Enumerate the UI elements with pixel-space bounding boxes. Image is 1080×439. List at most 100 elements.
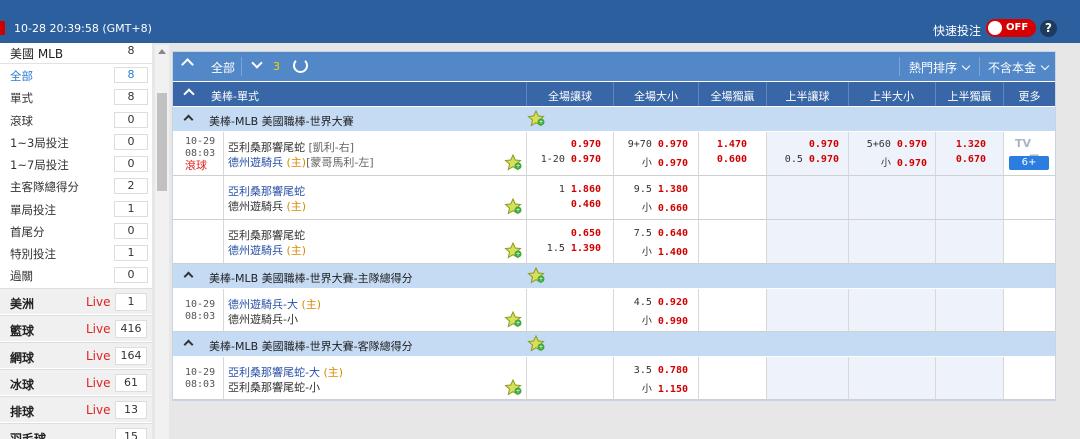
scroll-up-icon[interactable] (158, 49, 166, 54)
sport-label: 籃球 (10, 324, 35, 338)
odds-cell[interactable]: 1.470 (703, 139, 747, 150)
sidebar-league-header[interactable]: 美國 MLB 8 (0, 43, 152, 63)
league-header[interactable]: 美棒-MLB 美國職棒-世界大賽-主隊總得分 + (173, 264, 1055, 288)
odds-cell[interactable]: 9+70 0.970 (621, 139, 688, 150)
odds-cell[interactable]: 小 0.990 (621, 312, 688, 327)
team-name: 德州遊騎兵 (228, 156, 283, 169)
odds-cell[interactable]: 7.5 0.640 (621, 228, 688, 239)
sidebar-scrollbar[interactable] (155, 45, 169, 439)
divider (526, 289, 527, 331)
league-name: 美棒-MLB 美國職棒-世界大賽 (209, 115, 354, 128)
odds-cell[interactable]: 小 1.400 (621, 243, 688, 258)
odds-cell[interactable]: 1.5 1.390 (539, 243, 601, 254)
divider (848, 357, 849, 399)
sidebar-item-first-last[interactable]: 首尾分 0 (0, 220, 152, 242)
odds-cell[interactable]: 0.5 0.970 (773, 154, 839, 165)
svg-text:+: + (515, 163, 520, 170)
quick-bet-toggle[interactable]: OFF (986, 19, 1036, 37)
favorite-star-icon[interactable]: + (504, 241, 522, 259)
collapse-icon[interactable] (183, 339, 194, 350)
divider (848, 132, 849, 175)
odds-cell[interactable]: 小 1.150 (621, 380, 688, 395)
sidebar-item-single-inning[interactable]: 單局投注 1 (0, 198, 152, 220)
toggle-state: OFF (1006, 22, 1029, 33)
refresh-icon[interactable] (293, 58, 308, 73)
favorite-star-icon[interactable]: + (527, 266, 545, 284)
odds-cell[interactable]: 小 0.660 (621, 199, 688, 214)
odds-cell[interactable]: 0.970 (539, 139, 601, 150)
odds-cell[interactable]: 9.5 1.380 (621, 184, 688, 195)
sidebar-item-all[interactable]: 全部 8 (0, 64, 152, 86)
filter-all[interactable]: 全部 (211, 59, 235, 76)
odds-cell[interactable]: 1.320 (940, 139, 986, 150)
total-line: 7.5 (633, 228, 652, 239)
svg-text:+: + (515, 251, 520, 258)
sidebar-item-single[interactable]: 單式 8 (0, 86, 152, 108)
sidebar-item-count: 1 (114, 245, 148, 261)
divider (1003, 176, 1004, 219)
odds-cell[interactable]: 0.650 (539, 228, 601, 239)
sidebar-item-parlay[interactable]: 過關 0 (0, 264, 152, 286)
sidebar-item-inplay[interactable]: 滾球 0 (0, 109, 152, 131)
divider (766, 132, 767, 175)
odds-cell[interactable]: 1 1.860 (539, 184, 601, 195)
collapse-icon[interactable] (183, 271, 194, 282)
scroll-thumb[interactable] (157, 93, 167, 191)
odds-value: 0.920 (657, 297, 688, 308)
sidebar-sport-basketball[interactable]: 籃球 Live 416 (0, 315, 152, 341)
favorite-star-icon[interactable]: + (504, 378, 522, 396)
collapse-icon[interactable] (181, 58, 194, 71)
favorite-star-icon[interactable]: + (527, 109, 545, 127)
divider (766, 176, 767, 219)
odds-cell[interactable]: 0.460 (539, 199, 601, 210)
odds-type-dropdown[interactable]: 不含本金 (988, 59, 1050, 76)
more-markets-button[interactable]: 6+ (1009, 156, 1049, 170)
svg-text:+: + (515, 207, 520, 214)
away-team: 亞利桑那響尾蛇 (228, 227, 305, 243)
favorite-star-icon[interactable]: + (504, 197, 522, 215)
odds-cell[interactable]: 4.5 0.920 (621, 297, 688, 308)
league-header[interactable]: 美棒-MLB 美國職棒-世界大賽-客隊總得分 + (173, 332, 1055, 356)
league-name: 美棒-MLB 美國職棒-世界大賽-主隊總得分 (209, 272, 413, 285)
sidebar-sport-badminton[interactable]: 羽毛球 15 (0, 423, 152, 439)
sidebar-sport-tennis[interactable]: 網球 Live 164 (0, 342, 152, 368)
odds-cell[interactable]: 小 0.970 (857, 154, 927, 169)
help-icon[interactable]: ? (1040, 20, 1057, 37)
divider (848, 220, 849, 263)
chevron-down-icon[interactable] (251, 57, 263, 69)
pitcher: [凱利-右] (308, 141, 355, 154)
sidebar-item-innings-1-7[interactable]: 1~7局投注 0 (0, 153, 152, 175)
odds-cell[interactable]: 小 0.970 (621, 154, 688, 169)
divider (698, 132, 699, 175)
odds-cell[interactable]: 0.600 (703, 154, 747, 165)
total-line: 小 (641, 384, 652, 395)
sidebar-sport-americas[interactable]: 美洲 Live 1 (0, 288, 152, 314)
odds-value: 0.970 (808, 139, 839, 150)
divider (766, 289, 767, 331)
odds-cell[interactable]: 0.970 (773, 139, 839, 150)
odds-value: 0.640 (657, 228, 688, 239)
sidebar-sport-ice-hockey[interactable]: 冰球 Live 61 (0, 369, 152, 395)
sidebar-item-special[interactable]: 特別投注 1 (0, 242, 152, 264)
collapse-icon[interactable] (183, 114, 194, 125)
odds-cell[interactable]: 1-20 0.970 (539, 154, 601, 165)
favorite-star-icon[interactable]: + (504, 153, 522, 171)
odds-value: 1.150 (657, 384, 688, 395)
league-header[interactable]: 美棒-MLB 美國職棒-世界大賽 + (173, 107, 1055, 131)
sidebar-item-innings-1-3[interactable]: 1~3局投注 0 (0, 131, 152, 153)
sort-dropdown[interactable]: 熱門排序 (909, 59, 971, 76)
handicap-line: 1.5 (546, 243, 565, 254)
odds-value: 0.460 (570, 199, 601, 210)
odds-cell[interactable]: 5+60 0.970 (857, 139, 927, 150)
collapse-icon[interactable] (183, 88, 195, 100)
clock: 10-28 20:39:58 (GMT+8) (14, 22, 152, 35)
odds-cell[interactable]: 0.670 (940, 154, 986, 165)
favorite-star-icon[interactable]: + (504, 310, 522, 328)
sidebar-item-team-total[interactable]: 主客隊總得分 2 (0, 175, 152, 197)
odds-cell[interactable]: 3.5 0.780 (621, 365, 688, 376)
favorite-star-icon[interactable]: + (527, 334, 545, 352)
sidebar-item-count: 0 (114, 112, 148, 128)
sport-count: 15 (115, 428, 147, 439)
odds-value: 1.470 (716, 139, 747, 150)
sidebar-sport-volleyball[interactable]: 排球 Live 13 (0, 396, 152, 422)
